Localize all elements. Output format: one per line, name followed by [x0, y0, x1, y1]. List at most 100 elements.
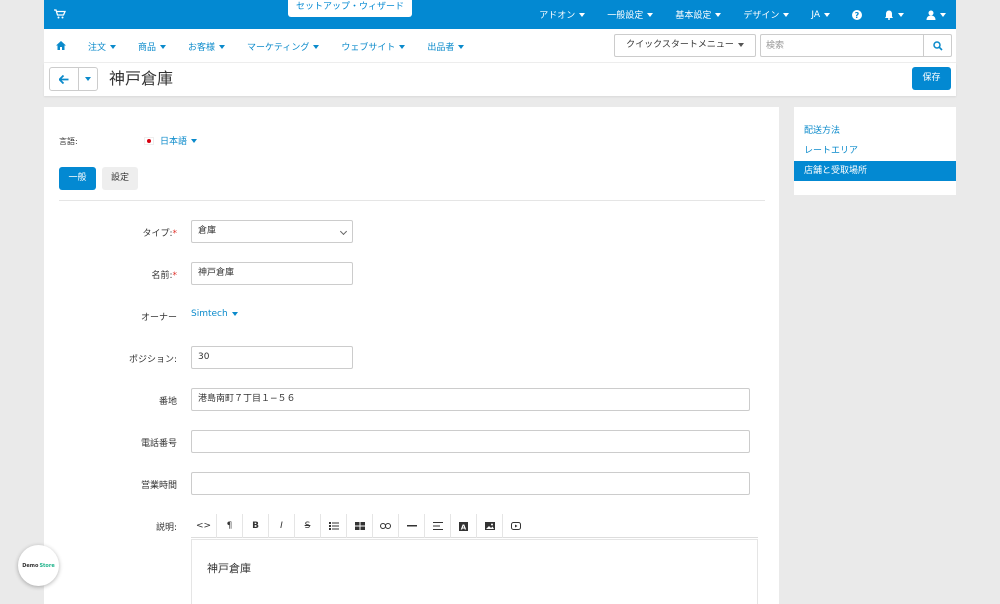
- type-label-text: タイプ:: [142, 229, 173, 239]
- strikethrough-icon[interactable]: S: [295, 514, 321, 538]
- quick-start-menu-label: クイックスタートメニュー: [626, 40, 734, 50]
- nav-website-label: ウェブサイト: [341, 42, 396, 53]
- type-select[interactable]: 倉庫: [191, 220, 353, 243]
- japan-flag-icon: [144, 136, 154, 145]
- chevron-down-icon: [339, 227, 348, 236]
- position-label: ポジション:: [128, 355, 177, 365]
- nav-marketing[interactable]: マーケティング: [247, 40, 320, 53]
- link-icon[interactable]: [373, 514, 399, 538]
- back-button-group: [49, 67, 98, 91]
- design-menu-label: デザイン: [743, 11, 780, 21]
- nav-orders[interactable]: 注文: [88, 40, 117, 53]
- title-bar: 神戸倉庫 保存: [44, 63, 956, 96]
- chevron-down-icon: [85, 77, 91, 81]
- nav-customers[interactable]: お客様: [188, 40, 226, 53]
- user-icon: [926, 10, 936, 20]
- description-editor[interactable]: 神戸倉庫: [191, 539, 758, 604]
- owner-value: Simtech: [191, 309, 228, 319]
- description-text: 神戸倉庫: [207, 562, 251, 575]
- nav-website[interactable]: ウェブサイト: [341, 40, 406, 53]
- home-icon[interactable]: [56, 41, 66, 50]
- sidebar-item-rate-areas[interactable]: レートエリア: [794, 141, 956, 161]
- notifications-menu[interactable]: [884, 10, 904, 20]
- save-button[interactable]: 保存: [912, 67, 951, 90]
- video-icon[interactable]: [503, 514, 529, 538]
- sidebar-item-shipping-methods[interactable]: 配送方法: [794, 121, 956, 141]
- sidebar: 配送方法 レートエリア 店舗と受取場所: [794, 107, 956, 195]
- arrow-left-icon: [59, 74, 69, 84]
- demo-store-badge[interactable]: Demo Store: [18, 545, 59, 586]
- required-mark: *: [172, 229, 178, 239]
- bold-icon[interactable]: B: [243, 514, 269, 538]
- addons-menu[interactable]: アドオン: [539, 8, 586, 21]
- cart-icon[interactable]: [54, 9, 66, 19]
- main-content: 言語: 日本語 一般 設定 タイプ:* 倉庫 名前:* 神戸倉庫 オーナー Si…: [44, 107, 779, 604]
- nav-products[interactable]: 商品: [138, 40, 167, 53]
- setup-wizard-button[interactable]: セットアップ・ウィザード: [288, 0, 413, 17]
- chevron-down-icon: [898, 12, 904, 17]
- code-view-icon[interactable]: <>: [191, 514, 217, 538]
- language-menu-label: JA: [811, 9, 820, 20]
- type-select-value: 倉庫: [198, 226, 217, 236]
- name-input[interactable]: 神戸倉庫: [191, 262, 353, 285]
- position-input[interactable]: 30: [191, 346, 353, 369]
- phone-label: 電話番号: [140, 439, 177, 449]
- align-icon[interactable]: [425, 514, 451, 538]
- hours-label: 営業時間: [140, 481, 177, 491]
- language-selector[interactable]: 日本語: [144, 134, 198, 147]
- search-icon: [933, 41, 943, 51]
- design-menu[interactable]: デザイン: [743, 8, 790, 21]
- language-menu[interactable]: JA: [811, 10, 830, 20]
- addons-menu-label: アドオン: [539, 11, 576, 21]
- divider: [59, 200, 765, 201]
- nav-customers-label: お客様: [188, 42, 216, 53]
- bell-icon: [885, 10, 893, 20]
- chevron-down-icon: [313, 45, 320, 49]
- badge-demo-text: Demo: [22, 562, 39, 569]
- text-color-icon[interactable]: A: [451, 514, 477, 538]
- back-button[interactable]: [50, 68, 79, 90]
- nav-vendors[interactable]: 出品者: [427, 40, 465, 53]
- help-icon: ?: [852, 9, 862, 20]
- general-settings-menu[interactable]: 一般設定: [607, 8, 654, 21]
- table-icon[interactable]: [347, 514, 373, 538]
- history-dropdown-button[interactable]: [79, 68, 97, 90]
- paragraph-icon[interactable]: ¶: [217, 514, 243, 538]
- search-input[interactable]: [760, 34, 923, 57]
- address-label: 番地: [158, 397, 177, 407]
- svg-text:A: A: [461, 523, 467, 531]
- address-input[interactable]: 港島南町７丁目１−５６: [191, 388, 750, 411]
- language-label: 言語:: [59, 137, 78, 146]
- chevron-down-icon: [737, 42, 744, 47]
- editor-toolbar: <> ¶ B I S A: [191, 514, 758, 538]
- type-label: タイプ:*: [142, 226, 177, 239]
- basic-settings-menu[interactable]: 基本設定: [675, 8, 722, 21]
- chevron-down-icon: [231, 311, 238, 316]
- required-mark: *: [172, 271, 178, 281]
- top-bar: セットアップ・ウィザード アドオン 一般設定 基本設定 デザイン JA ?: [44, 0, 956, 29]
- italic-icon[interactable]: I: [269, 514, 295, 538]
- user-menu[interactable]: [926, 10, 946, 20]
- sidebar-item-stores-pickup[interactable]: 店舗と受取場所: [794, 161, 956, 181]
- phone-input[interactable]: [191, 430, 750, 453]
- tab-general[interactable]: 一般: [59, 167, 96, 190]
- chevron-down-icon: [219, 45, 226, 49]
- tab-settings[interactable]: 設定: [102, 167, 138, 190]
- hours-input[interactable]: [191, 472, 750, 495]
- chevron-down-icon: [399, 45, 406, 49]
- quick-start-menu-button[interactable]: クイックスタートメニュー: [614, 34, 756, 57]
- name-label: 名前:*: [151, 268, 177, 281]
- main-nav: 注文 商品 お客様 マーケティング ウェブサイト 出品者 クイックスタートメニュ…: [44, 29, 956, 63]
- search-button[interactable]: [923, 34, 952, 57]
- bulleted-list-icon[interactable]: [321, 514, 347, 538]
- chevron-down-icon: [824, 12, 830, 17]
- horizontal-rule-icon[interactable]: [399, 514, 425, 538]
- help-button[interactable]: ?: [852, 9, 862, 20]
- nav-products-label: 商品: [138, 42, 157, 53]
- chevron-down-icon: [647, 12, 654, 17]
- owner-label: オーナー: [140, 313, 177, 323]
- chevron-down-icon: [160, 45, 167, 49]
- owner-selector[interactable]: Simtech: [191, 309, 238, 319]
- chevron-down-icon: [110, 45, 117, 49]
- image-icon[interactable]: [477, 514, 503, 538]
